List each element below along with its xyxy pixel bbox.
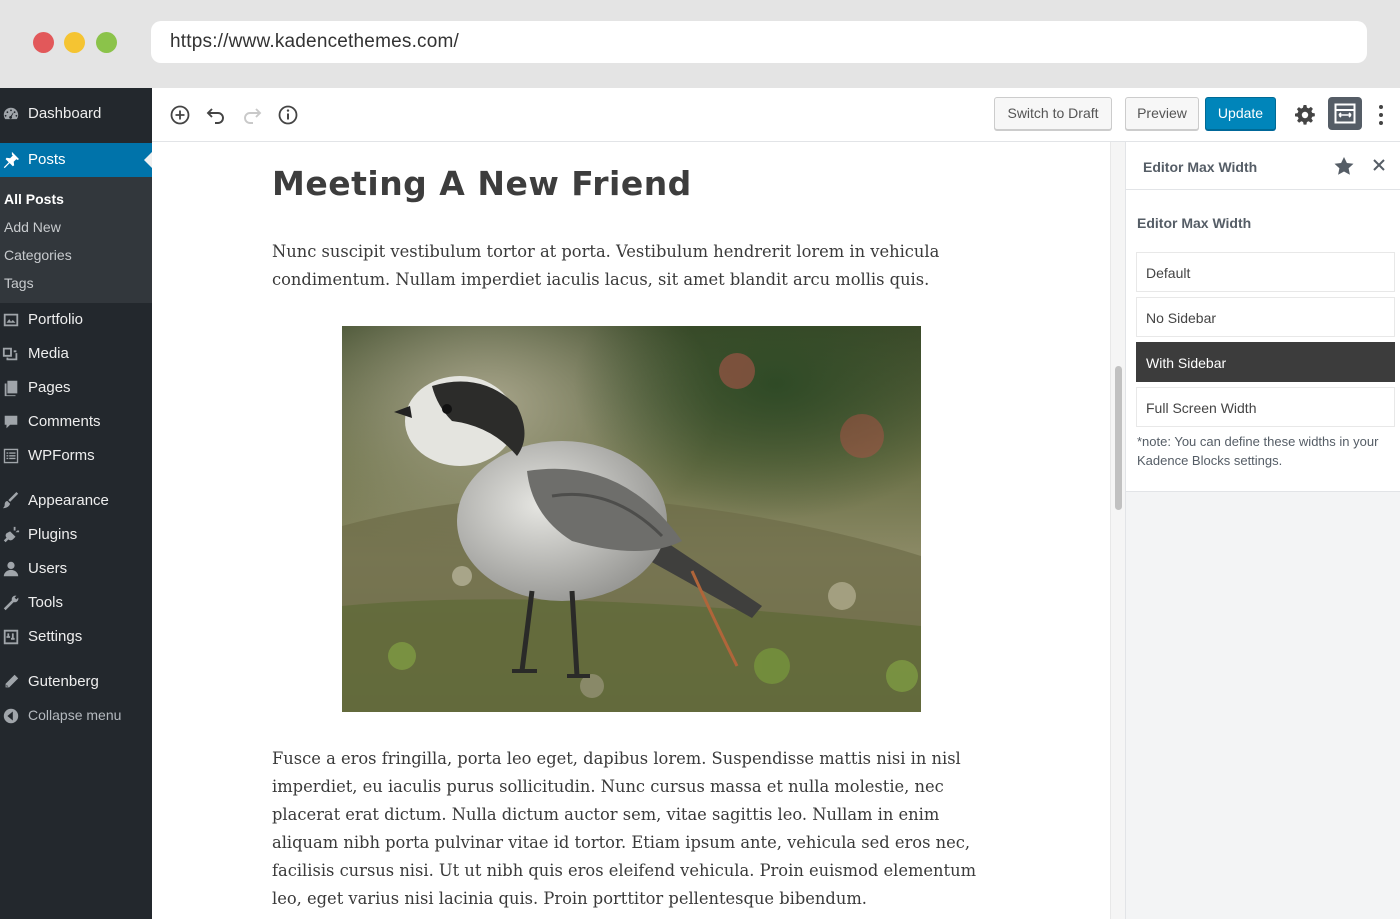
editor-width-toggle-button[interactable] (1328, 97, 1362, 130)
menu-item-media[interactable]: Media (0, 337, 152, 371)
menu-label: Tools (28, 594, 64, 611)
submenu-all-posts[interactable]: All Posts (4, 191, 64, 207)
minimize-window-button[interactable] (64, 32, 85, 53)
bird-image[interactable] (342, 326, 921, 712)
menu-item-gutenberg[interactable]: Gutenberg (0, 665, 152, 699)
close-window-button[interactable] (33, 32, 54, 53)
brush-icon (2, 492, 19, 509)
more-options-icon[interactable] (1378, 104, 1384, 126)
plugin-icon (3, 526, 20, 543)
menu-label: Users (28, 560, 68, 577)
switch-to-draft-button[interactable]: Switch to Draft (994, 97, 1112, 130)
paragraph-block[interactable]: Nunc suscipit vestibulum tortor at porta… (272, 238, 992, 294)
settings-icon (3, 629, 19, 645)
editor-max-width-panel: Editor Max Width Editor Max Width Defaul… (1125, 142, 1400, 919)
option-no-sidebar[interactable]: No Sidebar (1136, 297, 1395, 337)
menu-label: Pages (28, 379, 71, 396)
menu-item-appearance[interactable]: Appearance (0, 484, 152, 518)
menu-label: Plugins (28, 526, 78, 543)
post-title[interactable]: Meeting A New Friend (272, 164, 692, 203)
editor-toolbar: Switch to Draft Preview Update (152, 88, 1400, 142)
url-text: https://www.kadencethemes.com/ (170, 31, 460, 52)
undo-icon[interactable] (204, 103, 228, 127)
gear-icon[interactable] (1293, 103, 1317, 127)
menu-label: Dashboard (28, 105, 102, 122)
add-block-icon[interactable] (168, 103, 192, 127)
menu-item-dashboard[interactable]: Dashboard (0, 97, 152, 131)
menu-label: Appearance (28, 492, 109, 509)
menu-label: Comments (28, 413, 101, 430)
wrench-icon (3, 595, 19, 611)
option-default[interactable]: Default (1136, 252, 1395, 292)
media-icon (2, 347, 18, 361)
pencil-icon (5, 674, 19, 688)
menu-item-users[interactable]: Users (0, 552, 152, 586)
comments-icon (4, 415, 18, 429)
posts-submenu: All Posts Add New Categories Tags (0, 177, 152, 303)
star-icon[interactable] (1333, 156, 1355, 176)
width-icon (1334, 103, 1356, 124)
option-full-screen-width[interactable]: Full Screen Width (1136, 387, 1395, 427)
panel-body: Editor Max Width Default No Sidebar With… (1126, 190, 1400, 492)
menu-label: Posts (28, 151, 66, 168)
editor-content: Meeting A New Friend Nunc suscipit vesti… (152, 142, 1110, 919)
submenu-tags[interactable]: Tags (4, 275, 34, 291)
option-with-sidebar[interactable]: With Sidebar (1136, 342, 1395, 382)
info-icon[interactable] (276, 103, 300, 127)
collapse-icon (3, 708, 19, 724)
dashboard-icon (3, 107, 19, 120)
preview-button[interactable]: Preview (1125, 97, 1199, 130)
menu-label: Media (28, 345, 69, 362)
editor-scrollbar[interactable] (1110, 142, 1125, 919)
maximize-window-button[interactable] (96, 32, 117, 53)
pages-icon (4, 380, 18, 397)
browser-chrome: https://www.kadencethemes.com/ (0, 0, 1400, 88)
panel-header-title: Editor Max Width (1143, 159, 1258, 175)
update-button[interactable]: Update (1205, 97, 1276, 130)
submenu-categories[interactable]: Categories (4, 247, 72, 263)
panel-header: Editor Max Width (1126, 142, 1400, 190)
active-indicator (144, 152, 152, 168)
scrollbar-thumb[interactable] (1115, 366, 1122, 510)
portfolio-icon (3, 313, 19, 327)
menu-item-pages[interactable]: Pages (0, 371, 152, 405)
paragraph-block[interactable]: Fusce a eros fringilla, porta leo eget, … (272, 745, 992, 913)
pin-icon (3, 151, 20, 169)
menu-label: Portfolio (28, 311, 84, 328)
menu-item-posts[interactable]: Posts (0, 143, 152, 177)
address-bar[interactable]: https://www.kadencethemes.com/ (151, 21, 1367, 63)
section-title: Editor Max Width (1137, 215, 1252, 231)
submenu-add-new[interactable]: Add New (4, 219, 61, 235)
wpforms-icon (3, 448, 19, 464)
menu-item-comments[interactable]: Comments (0, 405, 152, 439)
menu-item-tools[interactable]: Tools (0, 586, 152, 620)
menu-label: Collapse menu (28, 707, 122, 723)
close-icon[interactable] (1373, 159, 1385, 171)
width-note: *note: You can define these widths in yo… (1137, 434, 1379, 468)
user-icon (3, 561, 19, 577)
menu-item-portfolio[interactable]: Portfolio (0, 303, 152, 337)
collapse-menu-button[interactable]: Collapse menu (0, 699, 152, 733)
menu-label: Settings (28, 628, 83, 645)
menu-label: WPForms (28, 447, 95, 464)
menu-label: Gutenberg (28, 673, 99, 690)
redo-icon[interactable] (240, 103, 264, 127)
menu-item-wpforms[interactable]: WPForms (0, 439, 152, 473)
menu-item-plugins[interactable]: Plugins (0, 518, 152, 552)
admin-sidebar: Dashboard Posts All Posts Add New Catego… (0, 88, 152, 919)
menu-item-settings[interactable]: Settings (0, 620, 152, 654)
